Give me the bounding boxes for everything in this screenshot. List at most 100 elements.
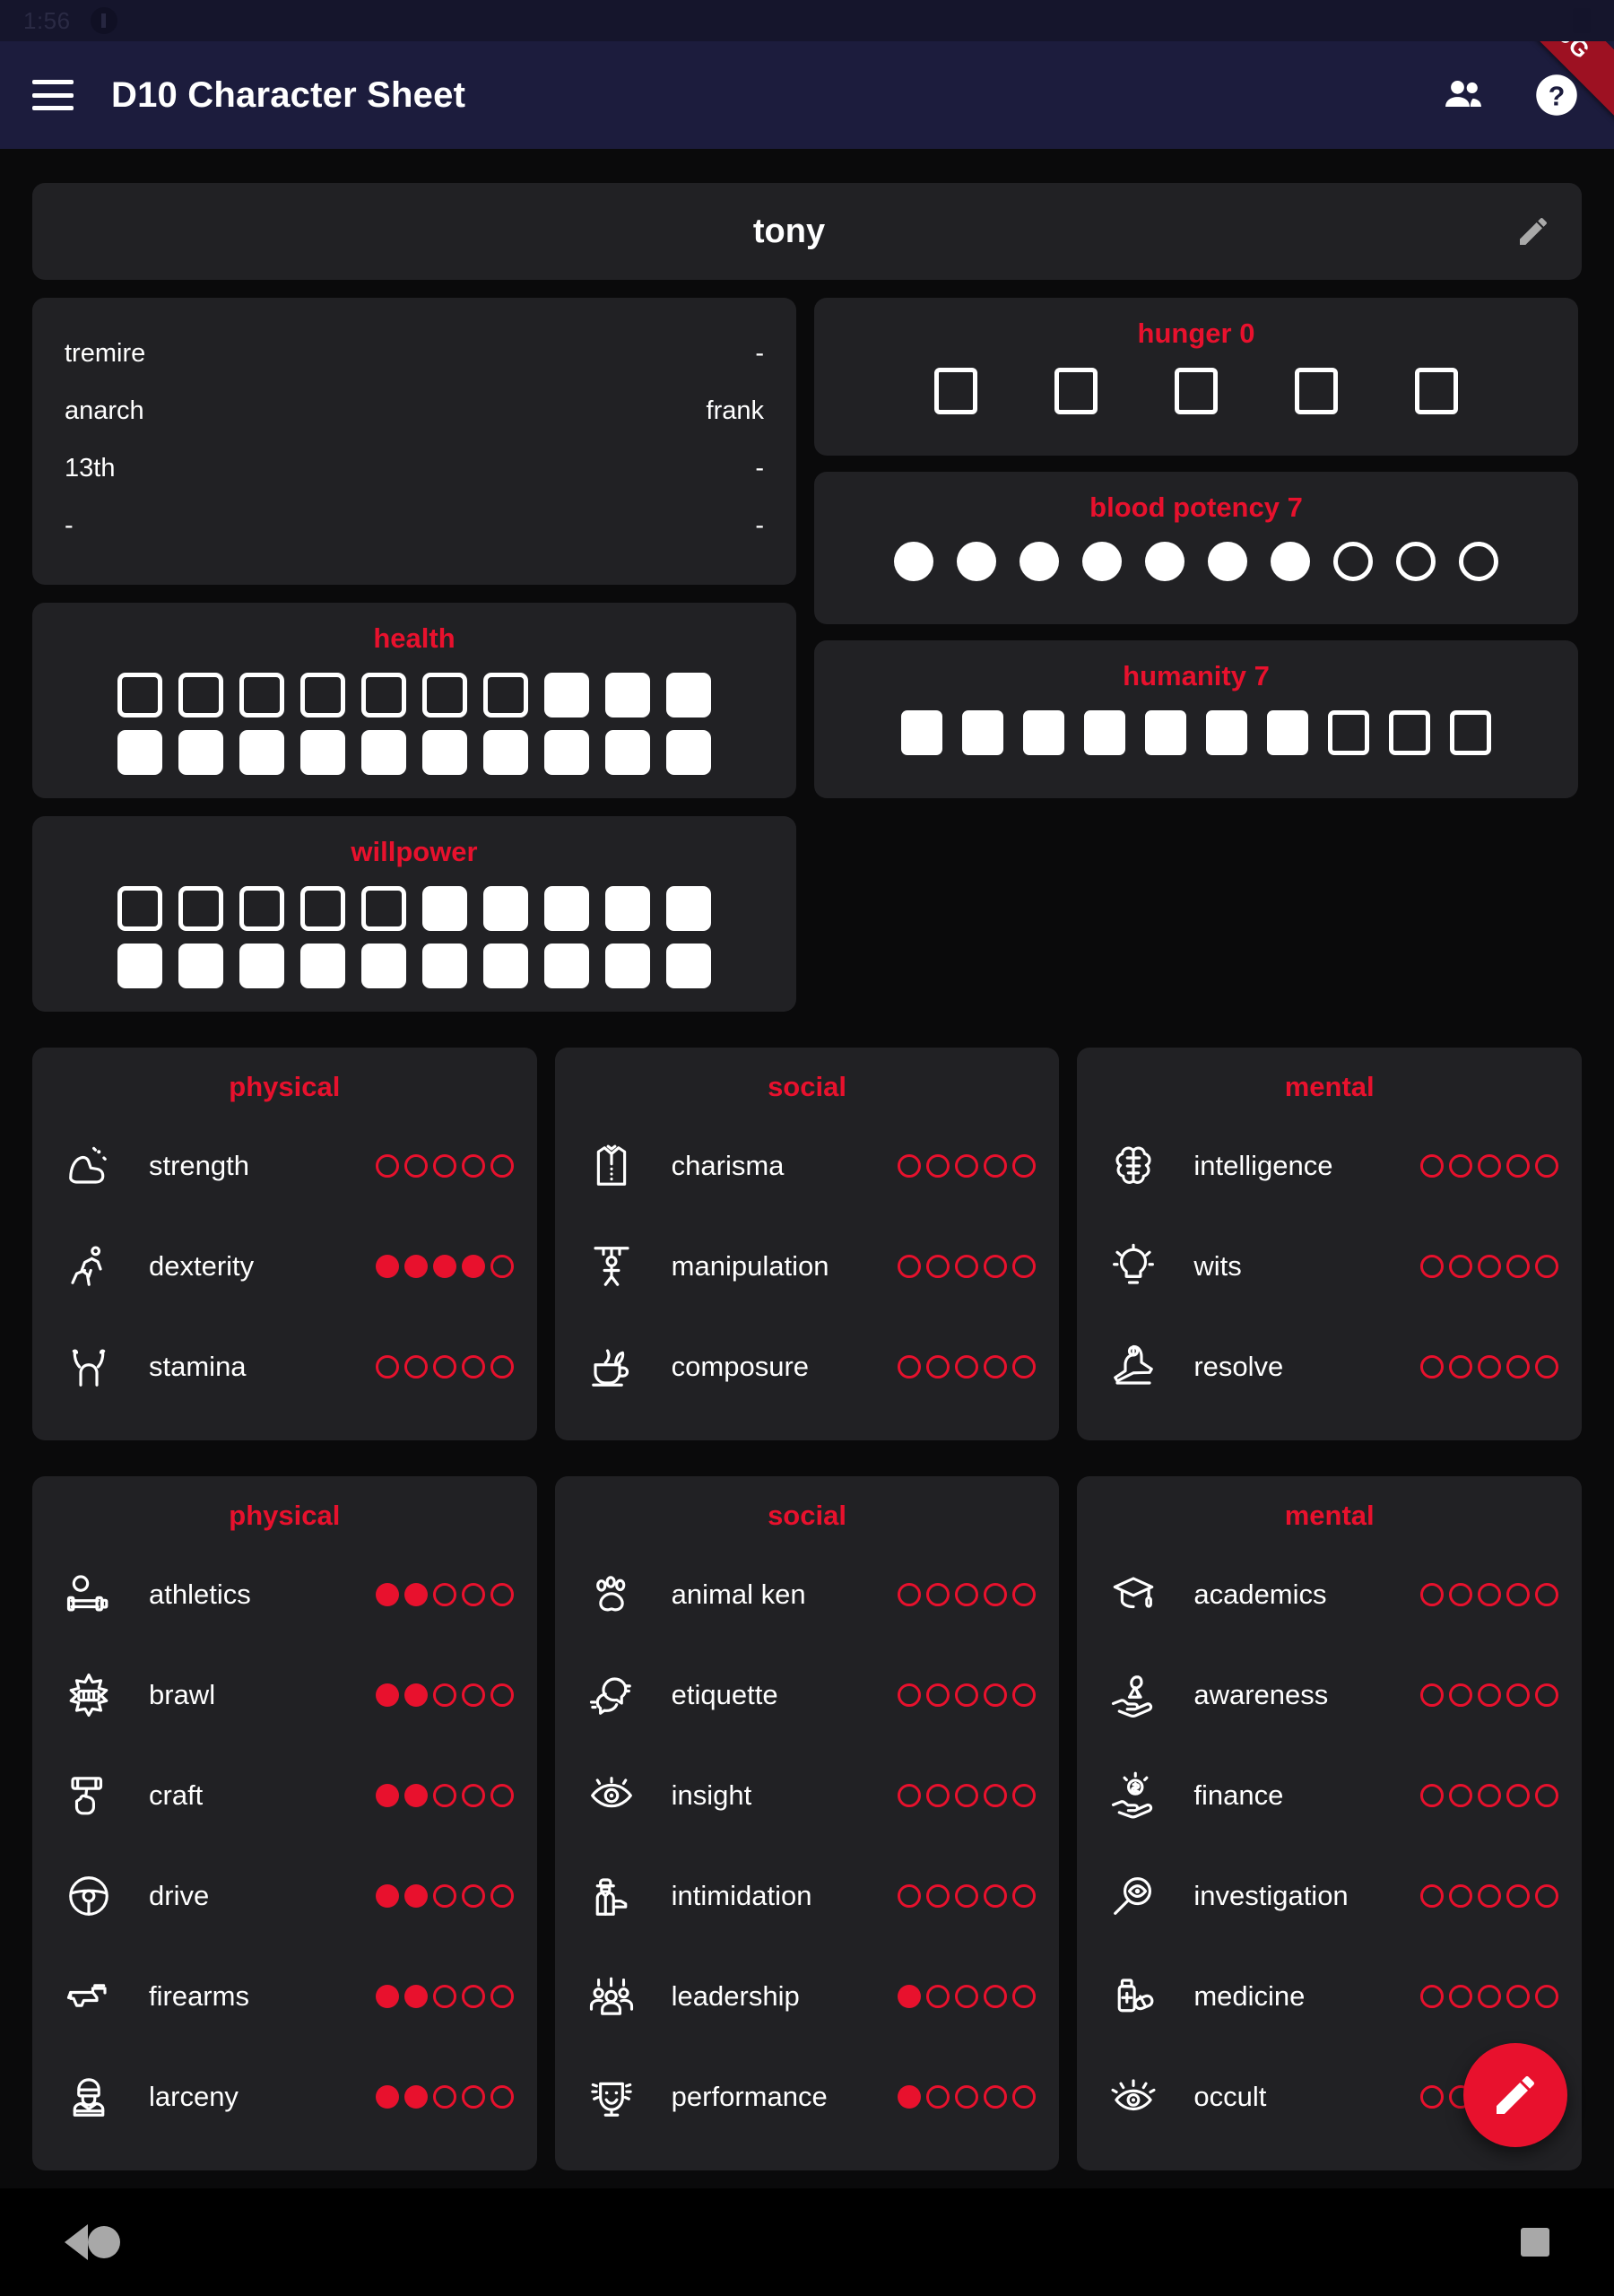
rating-pip[interactable] [1535, 1154, 1559, 1178]
rating-pip[interactable] [432, 2085, 456, 2109]
rating-pip[interactable] [898, 1154, 922, 1178]
rating-pip[interactable] [955, 1583, 979, 1606]
table-row[interactable]: 13th - [65, 439, 764, 497]
rating-pip[interactable] [1012, 1884, 1037, 1908]
rating-pip[interactable] [984, 1154, 1008, 1178]
rating-pip[interactable] [1506, 1985, 1531, 2008]
rating-pip[interactable] [955, 1784, 979, 1807]
trait-row[interactable]: intimidation [555, 1846, 1060, 1946]
rating-pip[interactable] [984, 1583, 1008, 1606]
trait-rating[interactable] [375, 1355, 514, 1378]
rating-pip[interactable] [461, 1355, 485, 1378]
rating-pip[interactable] [1478, 1154, 1502, 1178]
humanity-box[interactable] [1084, 710, 1125, 755]
rating-pip[interactable] [404, 1583, 428, 1606]
trait-row[interactable]: performance [555, 2047, 1060, 2147]
trait-rating[interactable] [1420, 1985, 1559, 2008]
health-box[interactable] [483, 886, 528, 931]
trait-row[interactable]: animal ken [555, 1544, 1060, 1645]
rating-pip[interactable] [490, 1683, 514, 1707]
blood-potency-dot[interactable] [1145, 542, 1184, 581]
trait-rating[interactable] [898, 1884, 1037, 1908]
trait-row[interactable]: charisma [555, 1116, 1060, 1216]
rating-pip[interactable] [432, 1255, 456, 1278]
rating-pip[interactable] [404, 1784, 428, 1807]
trait-rating[interactable] [1420, 1884, 1559, 1908]
rating-pip[interactable] [404, 1884, 428, 1908]
humanity-box[interactable] [1389, 710, 1430, 755]
health-box[interactable] [544, 730, 589, 775]
trait-row[interactable]: craft [32, 1745, 537, 1846]
rating-pip[interactable] [1420, 1154, 1445, 1178]
rating-pip[interactable] [1449, 1255, 1473, 1278]
hamburger-menu-icon[interactable] [32, 80, 74, 110]
trait-rating[interactable] [375, 2085, 514, 2109]
rating-pip[interactable] [404, 1255, 428, 1278]
health-box[interactable] [117, 944, 162, 988]
trait-rating[interactable] [898, 1784, 1037, 1807]
trait-rating[interactable] [375, 1583, 514, 1606]
rating-pip[interactable] [984, 1784, 1008, 1807]
health-box[interactable] [605, 730, 650, 775]
rating-pip[interactable] [898, 1583, 922, 1606]
rating-pip[interactable] [1012, 1683, 1037, 1707]
rating-pip[interactable] [432, 1154, 456, 1178]
rating-pip[interactable] [490, 1784, 514, 1807]
rating-pip[interactable] [375, 1154, 399, 1178]
rating-pip[interactable] [461, 1884, 485, 1908]
rating-pip[interactable] [1535, 1985, 1559, 2008]
rating-pip[interactable] [1012, 1154, 1037, 1178]
recents-square-icon[interactable] [1521, 2228, 1549, 2257]
rating-pip[interactable] [984, 1683, 1008, 1707]
rating-pip[interactable] [1478, 1683, 1502, 1707]
rating-pip[interactable] [1012, 1583, 1037, 1606]
rating-pip[interactable] [432, 1884, 456, 1908]
rating-pip[interactable] [432, 1355, 456, 1378]
rating-pip[interactable] [926, 1355, 950, 1378]
rating-pip[interactable] [926, 1154, 950, 1178]
rating-pip[interactable] [1420, 1583, 1445, 1606]
trait-rating[interactable] [375, 1255, 514, 1278]
rating-pip[interactable] [375, 1583, 399, 1606]
rating-pip[interactable] [984, 1884, 1008, 1908]
edit-fab-button[interactable] [1463, 2043, 1567, 2147]
rating-pip[interactable] [1420, 2085, 1445, 2109]
rating-pip[interactable] [1420, 1884, 1445, 1908]
rating-pip[interactable] [1535, 1784, 1559, 1807]
rating-pip[interactable] [955, 1985, 979, 2008]
home-circle-icon[interactable] [88, 2226, 120, 2258]
rating-pip[interactable] [461, 1985, 485, 2008]
trait-rating[interactable] [375, 1154, 514, 1178]
trait-row[interactable]: composure [555, 1317, 1060, 1417]
blood-potency-dot[interactable] [957, 542, 996, 581]
trait-row[interactable]: larceny [32, 2047, 537, 2147]
rating-pip[interactable] [432, 1985, 456, 2008]
trait-row[interactable]: etiquette [555, 1645, 1060, 1745]
rating-pip[interactable] [898, 1884, 922, 1908]
trait-row[interactable]: strength [32, 1116, 537, 1216]
health-box[interactable] [422, 730, 467, 775]
rating-pip[interactable] [404, 1985, 428, 2008]
rating-pip[interactable] [461, 2085, 485, 2109]
health-box[interactable] [300, 673, 345, 718]
rating-pip[interactable] [1535, 1355, 1559, 1378]
help-circle-icon[interactable]: ? [1532, 70, 1582, 120]
rating-pip[interactable] [404, 1154, 428, 1178]
rating-pip[interactable] [955, 1255, 979, 1278]
trait-row[interactable]: wits [1077, 1216, 1582, 1317]
table-row[interactable]: anarch frank [65, 382, 764, 439]
health-box[interactable] [483, 944, 528, 988]
health-box[interactable] [361, 673, 406, 718]
humanity-box[interactable] [1206, 710, 1247, 755]
rating-pip[interactable] [1535, 1583, 1559, 1606]
rating-pip[interactable] [926, 1683, 950, 1707]
health-box[interactable] [239, 886, 284, 931]
health-box[interactable] [361, 730, 406, 775]
blood-potency-dot[interactable] [1208, 542, 1247, 581]
rating-pip[interactable] [1420, 1255, 1445, 1278]
rating-pip[interactable] [898, 2085, 922, 2109]
rating-pip[interactable] [1506, 1154, 1531, 1178]
health-box[interactable] [666, 730, 711, 775]
trait-rating[interactable] [898, 1154, 1037, 1178]
rating-pip[interactable] [461, 1683, 485, 1707]
